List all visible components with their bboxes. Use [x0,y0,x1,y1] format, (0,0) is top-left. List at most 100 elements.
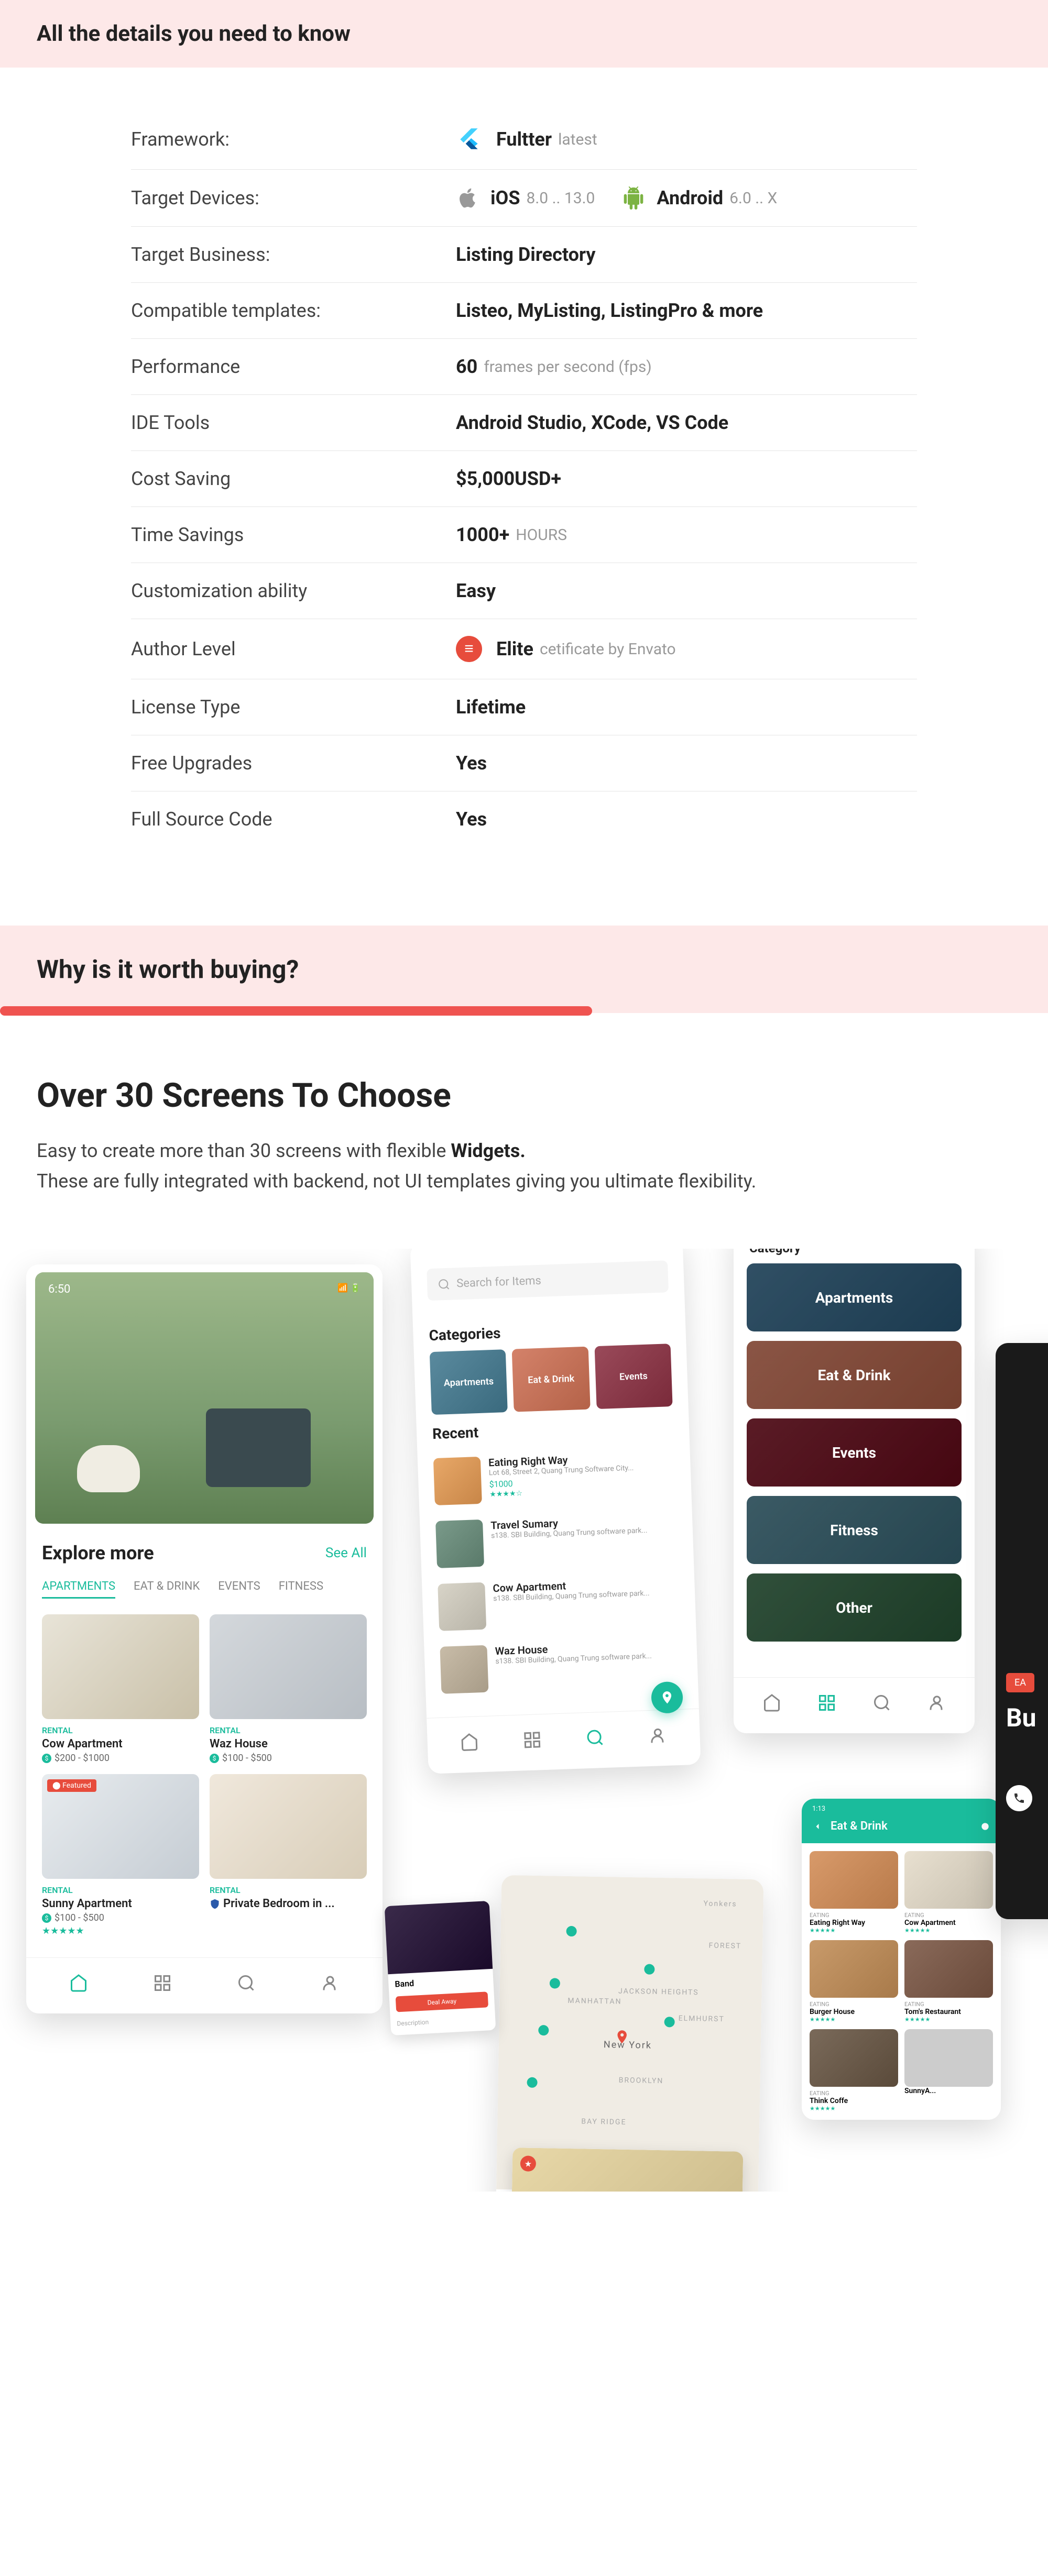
recent-info: Travel Sumary s138. SBI Building, Quang … [490,1513,677,1540]
explore-header: Explore more See All [26,1524,383,1575]
more-icon[interactable] [980,1821,990,1832]
category-tile-events[interactable]: Events [747,1418,962,1487]
detail-label: Target Devices: [131,187,456,209]
detail-label: Full Source Code [131,808,456,830]
detail-row-upgrades: Free Upgrades Yes [131,735,917,791]
search-icon[interactable] [237,1974,256,1992]
framework-version: latest [558,130,597,149]
search-icon[interactable] [872,1693,891,1712]
map-result-card[interactable]: ★ Burger House $5 - $50 ★★★★★ [510,2148,743,2192]
tab-events[interactable]: EVENTS [218,1580,260,1599]
item-image [904,2029,993,2087]
phone-icon[interactable] [1006,1785,1032,1811]
category-tile-events[interactable]: Events [594,1344,672,1409]
listing-name: Private Bedroom in ... [210,1897,367,1910]
phone-mockup-search: Search for Items Categories Apartments E… [410,1249,701,1774]
map-pin-icon[interactable] [524,2075,540,2091]
detail-value: Listeo, MyListing, ListingPro & more [456,300,917,322]
mockups-container: 6:50 📶 🔋 Explore more See All APARTMENTS… [0,1249,1048,2192]
detail-row-framework: Framework: Fultter latest [131,109,917,170]
dollar-icon: $ [210,1754,219,1763]
tabs-row: APARTMENTS EAT & DRINK EVENTS FITNESS [26,1575,383,1609]
listing-price: $$200 - $1000 [42,1753,199,1764]
detail-label: Performance [131,356,456,378]
recent-item[interactable]: Cow Apartment s138. SBI Building, Quang … [422,1567,696,1639]
apple-icon [456,186,479,210]
map-label: Yonkers [703,1900,737,1909]
search-input[interactable]: Search for Items [427,1260,669,1301]
listing-label: RENTAL [210,1725,367,1735]
tab-eat-drink[interactable]: EAT & DRINK [134,1580,200,1599]
search-icon[interactable] [585,1728,605,1747]
map-label: JACKSON HEIGHTS [618,1987,699,1997]
filter-icon[interactable] [962,1821,972,1832]
details-header: All the details you need to know [0,0,1048,68]
framework-name: Fultter [496,128,552,150]
user-icon[interactable] [648,1726,668,1745]
grid-item[interactable]: SunnyA... [904,2029,993,2112]
map-pin-icon[interactable] [661,2014,678,2030]
card-image [511,2148,744,2192]
listing-card[interactable]: RENTAL Waz House $$100 - $500 [210,1614,367,1764]
item-image [810,2029,898,2087]
detail-value: Android Studio, XCode, VS Code [456,412,917,434]
detail-row-source: Full Source Code Yes [131,791,917,847]
grid-item[interactable]: EATING Think Coffe ★★★★★ [810,2029,898,2112]
user-icon[interactable] [927,1693,946,1712]
grid-icon[interactable] [817,1693,836,1712]
category-tile-apartments[interactable]: Apartments [430,1349,508,1415]
dollar-icon: $ [42,1913,51,1923]
grid-item[interactable]: EATING Burger House ★★★★★ [810,1940,898,2023]
listing-card[interactable]: ⬤ Featured RENTAL Sunny Apartment $$100 … [42,1774,199,1936]
status-icons: 📶 🔋 [337,1283,361,1293]
map-pin-icon[interactable] [614,2029,630,2045]
category-tile-other[interactable]: Other [747,1573,962,1642]
category-tile-eat-drink[interactable]: Eat & Drink [747,1341,962,1409]
listing-label: RENTAL [42,1885,199,1895]
map-label: FOREST [708,1942,741,1951]
detail-label: Framework: [131,128,456,150]
see-all-link[interactable]: See All [325,1545,367,1561]
home-icon[interactable] [762,1693,781,1712]
map-pin-icon[interactable] [547,1975,563,1991]
back-icon[interactable] [812,1821,823,1832]
search-icon [438,1278,451,1291]
recent-item[interactable]: Travel Sumary s138. SBI Building, Quang … [420,1504,694,1577]
band-card[interactable]: Band Deal Away Description [385,1901,496,2035]
grid-item[interactable]: EATING Cow Apartment ★★★★★ [904,1851,993,1934]
details-title: All the details you need to know [37,21,1011,47]
detail-value: Easy [456,580,917,602]
band-image [385,1901,493,1974]
map-view[interactable]: Yonkers FOREST MANHATTAN JACKSON HEIGHTS… [496,1875,763,2192]
android-label: Android [657,187,723,209]
detail-label: Author Level [131,638,456,660]
screens-title: Over 30 Screens To Choose [37,1076,1011,1115]
detail-label: Compatible templates: [131,300,456,322]
home-icon[interactable] [69,1974,88,1992]
detail-row-business: Target Business: Listing Directory [131,227,917,283]
grid-icon[interactable] [153,1974,172,1992]
listing-card[interactable]: RENTAL Private Bedroom in ... [210,1774,367,1936]
map-pin-icon[interactable] [641,1962,658,1978]
recent-item[interactable]: Eating Right Way Lot 68, Street 2, Quang… [417,1441,692,1514]
detail-row-author: Author Level Elite cetificate by Envato [131,619,917,679]
tab-apartments[interactable]: APARTMENTS [42,1580,115,1599]
home-icon[interactable] [460,1733,479,1752]
grid-item[interactable]: EATING Tom's Restaurant ★★★★★ [904,1940,993,2023]
grid-item[interactable]: EATING Eating Right Way ★★★★★ [810,1851,898,1934]
item-image [810,1940,898,1998]
phone-mockup-map: Yonkers FOREST MANHATTAN JACKSON HEIGHTS… [494,1875,764,2192]
map-pin-icon[interactable] [563,1923,580,1940]
grid-icon[interactable] [522,1730,542,1749]
category-tile-fitness[interactable]: Fitness [747,1496,962,1564]
category-tile-apartments[interactable]: Apartments [747,1263,962,1331]
detail-value: $5,000USD+ [456,468,917,490]
explore-title: Explore more [42,1542,154,1564]
tab-fitness[interactable]: FITNESS [279,1580,323,1599]
category-tile-eat-drink[interactable]: Eat & Drink [512,1347,590,1412]
user-icon[interactable] [321,1974,340,1992]
map-pin-icon[interactable] [536,2022,552,2039]
listing-card[interactable]: RENTAL Cow Apartment $$200 - $1000 [42,1614,199,1764]
detail-label: License Type [131,696,456,718]
underline-decoration [0,1006,592,1016]
